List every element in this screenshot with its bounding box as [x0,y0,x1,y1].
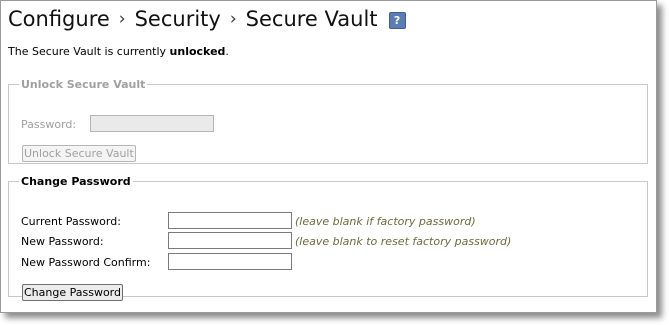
unlock-vault-button[interactable]: Unlock Secure Vault [22,145,136,162]
unlock-vault-legend: Unlock Secure Vault [21,78,146,91]
current-password-label: Current Password: [21,215,121,228]
confirm-password-label: New Password Confirm: [21,256,151,269]
confirm-password-input[interactable] [168,253,292,270]
status-prefix: The Secure Vault is currently [8,45,170,58]
breadcrumb-configure[interactable]: Configure [8,4,110,34]
help-icon[interactable]: ? [388,11,406,29]
content-panel: Configure › Security › Secure Vault ? Th… [0,0,657,313]
vault-status-text: The Secure Vault is currently unlocked. [8,45,229,58]
new-password-hint: (leave blank to reset factory password) [295,235,512,248]
breadcrumb-secure-vault: Secure Vault [245,7,378,31]
status-suffix: . [225,45,229,58]
breadcrumb-security[interactable]: Security [135,4,221,34]
unlock-password-input[interactable] [90,115,214,132]
page-title: Configure › Security › Secure Vault ? [8,4,406,34]
change-password-section: Change Password Current Password: (leave… [8,175,648,301]
new-password-label: New Password: [21,235,104,248]
unlock-password-label: Password: [21,118,77,131]
change-password-legend: Change Password [21,175,131,188]
new-password-input[interactable] [168,232,292,249]
change-password-button[interactable]: Change Password [22,284,123,301]
status-state: unlocked [169,45,226,58]
breadcrumb-separator: › [118,9,126,29]
breadcrumb-separator: › [229,9,237,29]
current-password-hint: (leave blank if factory password) [295,215,476,228]
current-password-input[interactable] [168,212,292,229]
unlock-vault-section: Unlock Secure Vault Password: Unlock Sec… [8,78,648,164]
